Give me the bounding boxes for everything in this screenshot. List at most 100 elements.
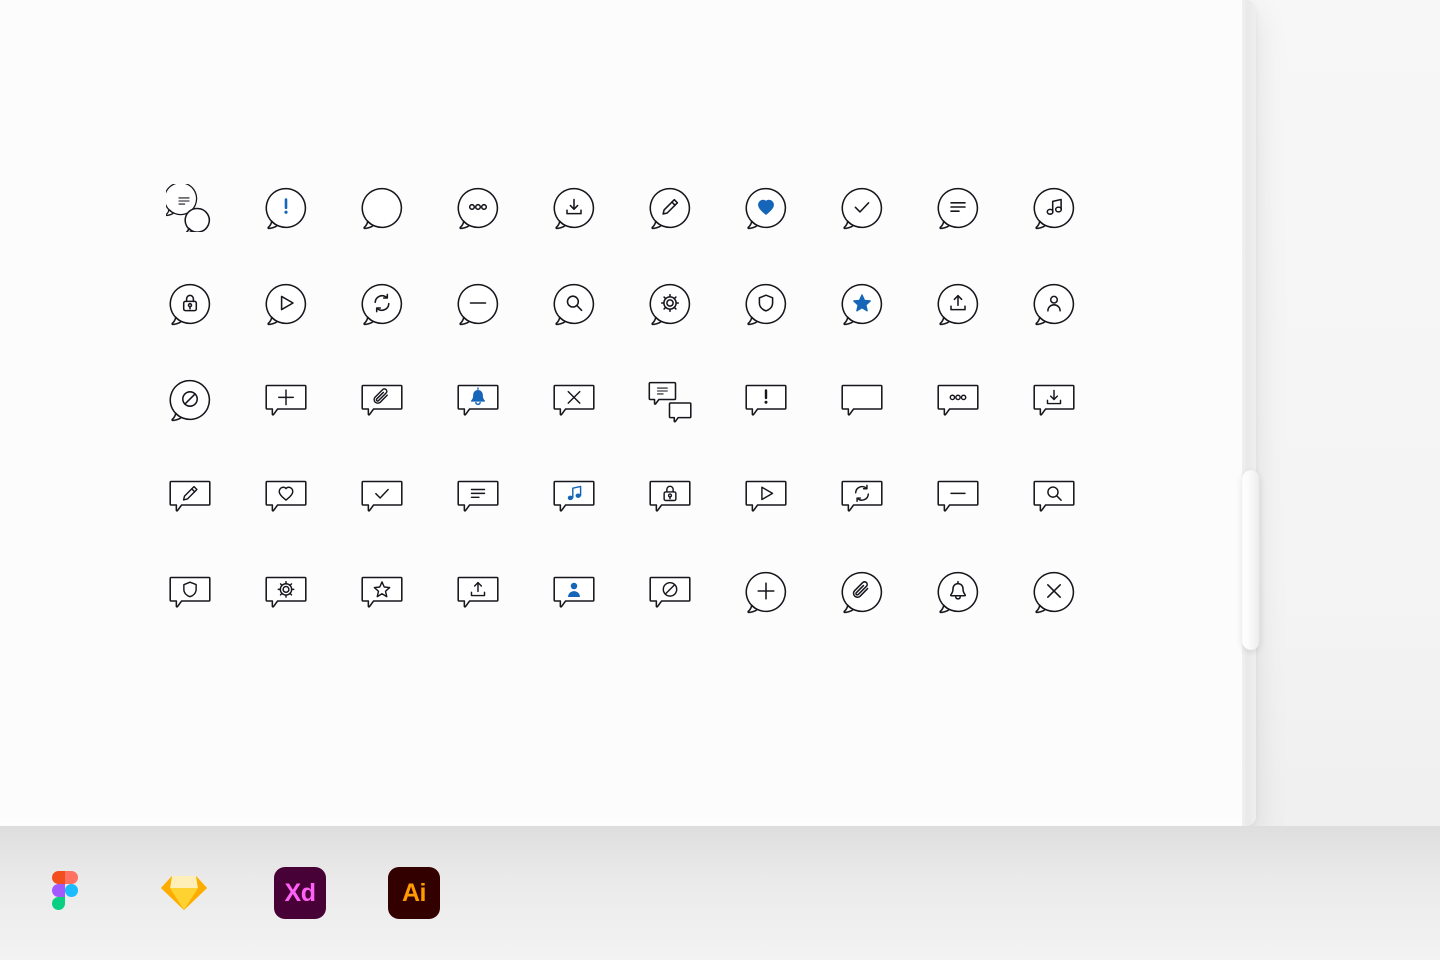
chat-favorite-square-svg xyxy=(265,480,307,512)
chat-settings-square[interactable] xyxy=(238,544,334,640)
chat-alert-square[interactable] xyxy=(718,352,814,448)
chat-upload-square-svg xyxy=(457,576,499,608)
adobe-xd-app-icon[interactable]: Xd xyxy=(274,867,326,919)
chat-star-round[interactable] xyxy=(814,256,910,352)
chat-alert-round[interactable] xyxy=(238,160,334,256)
chat-close-round-svg xyxy=(1033,571,1075,614)
tablet-screen xyxy=(0,0,1242,818)
chat-alert-square-svg xyxy=(745,384,787,416)
chat-edit-square[interactable] xyxy=(142,448,238,544)
chat-close-round[interactable] xyxy=(1006,544,1102,640)
stylus-pen[interactable] xyxy=(1242,470,1260,650)
chat-minus-round[interactable] xyxy=(430,256,526,352)
chat-search-square[interactable] xyxy=(1006,448,1102,544)
chat-upload-round-svg xyxy=(937,283,979,326)
chat-text-round-svg xyxy=(937,187,979,230)
chat-music-round[interactable] xyxy=(1006,160,1102,256)
chat-notification-round-svg xyxy=(937,571,979,614)
chat-text-square[interactable] xyxy=(430,448,526,544)
chat-empty-round-svg xyxy=(361,187,403,230)
chat-play-square-svg xyxy=(745,480,787,512)
chat-favorite-round[interactable] xyxy=(718,160,814,256)
chat-music-square-svg xyxy=(553,480,595,512)
chat-user-square-svg xyxy=(553,576,595,608)
chat-shield-round[interactable] xyxy=(718,256,814,352)
chat-attachment-round-svg xyxy=(841,571,883,614)
chat-settings-round[interactable] xyxy=(622,256,718,352)
chat-notification-round[interactable] xyxy=(910,544,1006,640)
chat-lock-round[interactable] xyxy=(142,256,238,352)
chat-attachment-square-svg xyxy=(361,384,403,416)
chat-user-square[interactable] xyxy=(526,544,622,640)
chat-star-square[interactable] xyxy=(334,544,430,640)
chat-check-square-svg xyxy=(361,480,403,512)
chat-download-round[interactable] xyxy=(526,160,622,256)
chat-block-square-svg xyxy=(649,576,691,608)
sketch-app-icon[interactable] xyxy=(156,865,212,921)
chat-favorite-round-svg xyxy=(745,187,787,230)
chat-shield-square[interactable] xyxy=(142,544,238,640)
chat-settings-round-svg xyxy=(649,283,691,326)
chat-double-lines-square[interactable] xyxy=(622,352,718,448)
chat-check-square[interactable] xyxy=(334,448,430,544)
chat-edit-round[interactable] xyxy=(622,160,718,256)
chat-close-square[interactable] xyxy=(526,352,622,448)
chat-refresh-square[interactable] xyxy=(814,448,910,544)
chat-check-round-svg xyxy=(841,187,883,230)
chat-upload-square[interactable] xyxy=(430,544,526,640)
chat-favorite-square[interactable] xyxy=(238,448,334,544)
chat-shield-square-svg xyxy=(169,576,211,608)
chat-attachment-square[interactable] xyxy=(334,352,430,448)
chat-minus-square-svg xyxy=(937,480,979,512)
chat-settings-square-svg xyxy=(265,576,307,608)
chat-search-square-svg xyxy=(1033,480,1075,512)
chat-refresh-square-svg xyxy=(841,480,883,512)
chat-typing-round-svg xyxy=(457,187,499,230)
chat-add-square[interactable] xyxy=(238,352,334,448)
chat-add-square-svg xyxy=(265,384,307,416)
chat-play-round[interactable] xyxy=(238,256,334,352)
chat-block-round-svg xyxy=(169,379,211,422)
figma-app-icon[interactable] xyxy=(38,865,94,921)
chat-download-round-svg xyxy=(553,187,595,230)
chat-music-square[interactable] xyxy=(526,448,622,544)
chat-minus-square[interactable] xyxy=(910,448,1006,544)
chat-play-square[interactable] xyxy=(718,448,814,544)
chat-typing-square[interactable] xyxy=(910,352,1006,448)
chat-lock-square[interactable] xyxy=(622,448,718,544)
chat-lock-square-svg xyxy=(649,480,691,512)
chat-check-round[interactable] xyxy=(814,160,910,256)
app-strip: Xd Ai xyxy=(0,826,1440,960)
chat-typing-round[interactable] xyxy=(430,160,526,256)
chat-upload-round[interactable] xyxy=(910,256,1006,352)
chat-double-lines-round-svg xyxy=(166,184,211,232)
chat-edit-round-svg xyxy=(649,187,691,230)
chat-empty-square-svg xyxy=(841,384,883,416)
chat-double-lines-square-svg xyxy=(648,381,692,423)
chat-refresh-round[interactable] xyxy=(334,256,430,352)
chat-search-round[interactable] xyxy=(526,256,622,352)
tablet-right-bezel xyxy=(1242,0,1256,826)
chat-text-round[interactable] xyxy=(910,160,1006,256)
chat-attachment-round[interactable] xyxy=(814,544,910,640)
chat-download-square[interactable] xyxy=(1006,352,1102,448)
chat-add-round-svg xyxy=(745,571,787,614)
chat-user-round[interactable] xyxy=(1006,256,1102,352)
chat-text-square-svg xyxy=(457,480,499,512)
chat-empty-square[interactable] xyxy=(814,352,910,448)
chat-add-round[interactable] xyxy=(718,544,814,640)
chat-alert-round-svg xyxy=(265,187,307,230)
chat-notification-square[interactable] xyxy=(430,352,526,448)
chat-user-round-svg xyxy=(1033,283,1075,326)
chat-block-round[interactable] xyxy=(142,352,238,448)
scene-backdrop: Xd Ai xyxy=(0,0,1440,960)
chat-typing-square-svg xyxy=(937,384,979,416)
chat-block-square[interactable] xyxy=(622,544,718,640)
chat-empty-round[interactable] xyxy=(334,160,430,256)
chat-double-lines-round[interactable] xyxy=(142,160,238,256)
chat-refresh-round-svg xyxy=(361,283,403,326)
illustrator-app-icon[interactable]: Ai xyxy=(388,867,440,919)
chat-star-round-svg xyxy=(841,283,883,326)
icon-grid xyxy=(142,160,1102,640)
chat-search-round-svg xyxy=(553,283,595,326)
